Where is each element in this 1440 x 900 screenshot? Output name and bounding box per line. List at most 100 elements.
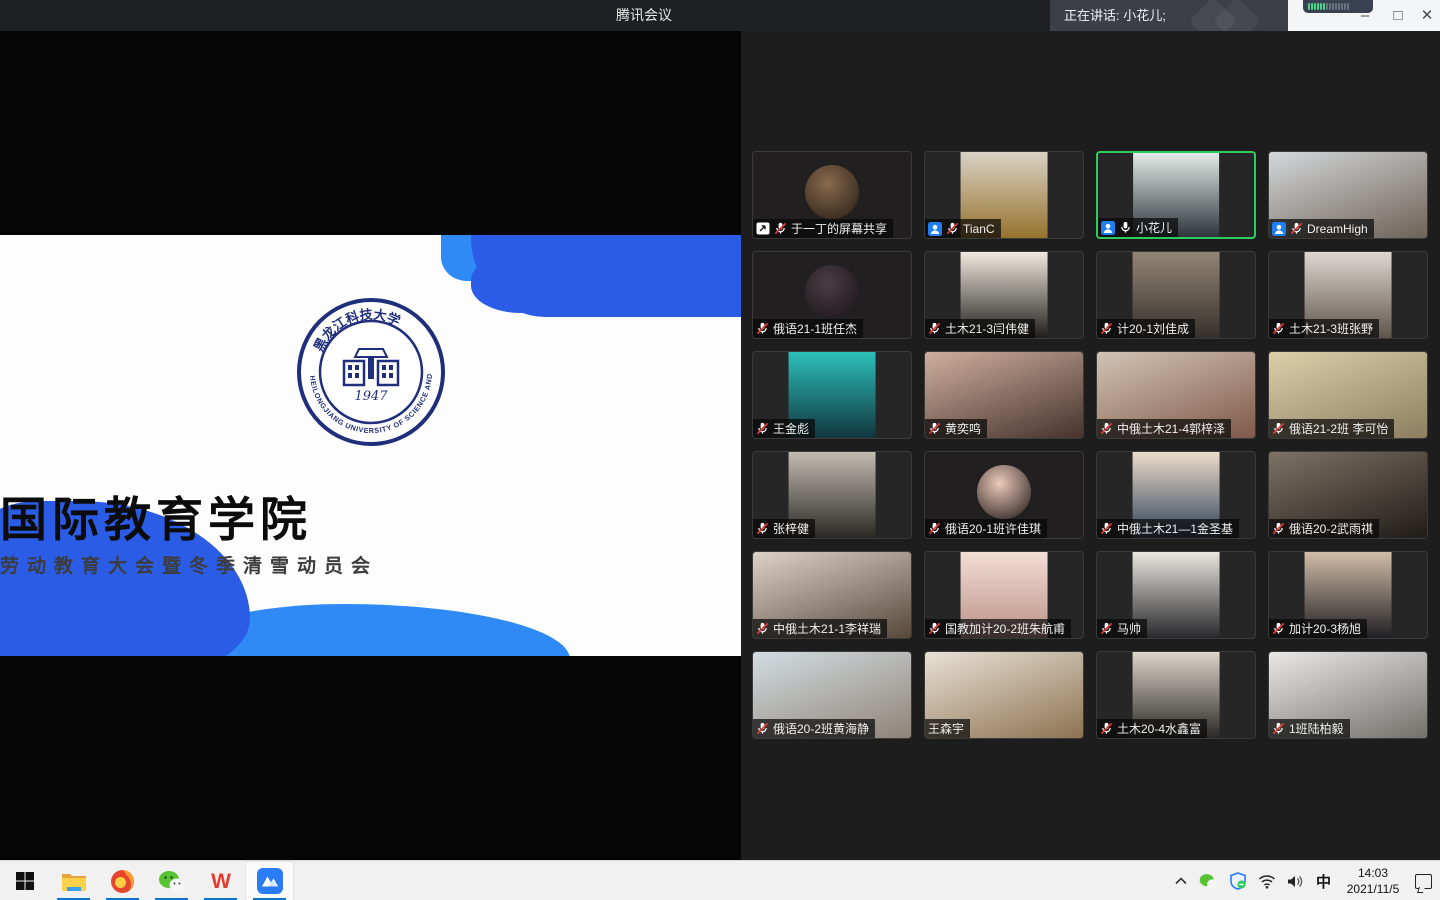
participant-label: TianC xyxy=(925,219,1001,238)
participant-label: 俄语20-2武雨祺 xyxy=(1269,519,1379,538)
participant-name: 国教加计20-2班朱航甫 xyxy=(945,620,1065,637)
participant-label: 加计20-3杨旭 xyxy=(1269,619,1367,638)
participant-tile[interactable]: 计20-1刘佳成 xyxy=(1096,251,1256,339)
mic-muted-icon xyxy=(1272,322,1285,335)
mic-muted-icon xyxy=(756,522,769,535)
participant-tile[interactable]: 俄语20-2班黄海静 xyxy=(752,651,912,739)
speaking-indicator-text: 正在讲话: 小花儿; xyxy=(1064,8,1166,23)
mic-muted-icon xyxy=(928,522,941,535)
participant-name: 于一丁的屏幕共享 xyxy=(791,220,887,237)
participant-name: 俄语20-1班许佳琪 xyxy=(945,520,1041,537)
participant-label: DreamHigh xyxy=(1269,219,1374,238)
participant-name: 俄语21-2班 李可怡 xyxy=(1289,420,1388,437)
participant-tile[interactable]: 于一丁的屏幕共享 xyxy=(752,151,912,239)
participant-tile[interactable]: 俄语21-2班 李可怡 xyxy=(1268,351,1428,439)
mic-muted-icon xyxy=(1272,422,1285,435)
mic-muted-icon xyxy=(1100,722,1113,735)
file-explorer-icon xyxy=(61,870,87,892)
mic-muted-icon xyxy=(946,222,959,235)
participant-name: 加计20-3杨旭 xyxy=(1289,620,1361,637)
participant-name: 中俄土木21-4郭梓泽 xyxy=(1117,420,1225,437)
taskbar-wechat[interactable] xyxy=(147,861,196,900)
participant-name: 俄语20-2武雨祺 xyxy=(1289,520,1373,537)
taskbar-file-explorer[interactable] xyxy=(49,861,98,900)
participant-label: 马帅 xyxy=(1097,619,1147,638)
taskbar-firefox[interactable] xyxy=(98,861,147,900)
minimize-button[interactable]: – xyxy=(1348,0,1382,31)
participant-tile[interactable]: 俄语20-1班许佳琪 xyxy=(924,451,1084,539)
participant-tile[interactable]: 俄语20-2武雨祺 xyxy=(1268,451,1428,539)
start-button[interactable] xyxy=(0,861,49,900)
person-badge-icon xyxy=(1101,221,1115,235)
presentation-slide: 黑龙江科技大学 HEILONGJIANG UNIVERSITY OF SCIEN… xyxy=(0,235,741,656)
tray-wechat-icon[interactable] xyxy=(1199,873,1218,890)
participant-label: 国教加计20-2班朱航甫 xyxy=(925,619,1071,638)
action-center-icon[interactable] xyxy=(1415,874,1432,889)
participant-name: 中俄土木21—1金圣基 xyxy=(1117,520,1233,537)
participant-grid: 于一丁的屏幕共享 TianC 小花儿 xyxy=(752,151,1428,739)
participant-name: TianC xyxy=(963,222,995,236)
participant-tile[interactable]: 1班陆柏毅 xyxy=(1268,651,1428,739)
participant-avatar xyxy=(805,165,859,219)
tray-expand-chevron-icon[interactable] xyxy=(1174,876,1188,886)
university-seal-logo: 黑龙江科技大学 HEILONGJIANG UNIVERSITY OF SCIEN… xyxy=(296,297,446,447)
svg-text:1947: 1947 xyxy=(354,389,388,404)
participant-tile[interactable]: 土木20-4水鑫富 xyxy=(1096,651,1256,739)
participant-tile[interactable]: 加计20-3杨旭 xyxy=(1268,551,1428,639)
tencent-meeting-icon xyxy=(256,867,284,895)
participant-tile[interactable]: 土木21-3闫伟健 xyxy=(924,251,1084,339)
mic-muted-icon xyxy=(928,422,941,435)
mic-muted-icon xyxy=(928,322,941,335)
participant-label: 俄语20-2班黄海静 xyxy=(753,719,875,738)
participant-label: 土木21-3班张野 xyxy=(1269,319,1379,338)
participant-tile[interactable]: DreamHigh xyxy=(1268,151,1428,239)
participant-name: 王森宇 xyxy=(928,720,964,737)
mic-muted-icon xyxy=(756,622,769,635)
participant-tile[interactable]: 中俄土木21-1李祥瑞 xyxy=(752,551,912,639)
mic-muted-icon xyxy=(1100,522,1113,535)
firefox-icon xyxy=(110,869,135,894)
tray-speaker-icon[interactable] xyxy=(1287,874,1305,889)
participant-tile[interactable]: 张梓健 xyxy=(752,451,912,539)
participant-name: 中俄土木21-1李祥瑞 xyxy=(773,620,881,637)
participant-tile[interactable]: 马帅 xyxy=(1096,551,1256,639)
mic-muted-icon xyxy=(1272,722,1285,735)
close-button[interactable]: ✕ xyxy=(1414,0,1440,31)
participant-tile[interactable]: 土木21-3班张野 xyxy=(1268,251,1428,339)
participant-label: 王森宇 xyxy=(925,719,970,738)
participant-tile[interactable]: 王金彪 xyxy=(752,351,912,439)
participant-label: 于一丁的屏幕共享 xyxy=(753,219,893,238)
participant-label: 黄奕鸣 xyxy=(925,419,987,438)
window-titlebar: 腾讯会议 正在讲话: 小花儿; – □ ✕ xyxy=(0,0,1440,31)
tray-security-shield-icon[interactable] xyxy=(1229,872,1247,890)
ime-language-indicator[interactable]: 中 xyxy=(1316,871,1331,892)
participant-name: 1班陆柏毅 xyxy=(1289,720,1344,737)
tray-wifi-icon[interactable] xyxy=(1258,874,1276,889)
taskbar-tencent-meeting[interactable] xyxy=(245,861,294,900)
participant-name: 马帅 xyxy=(1117,620,1141,637)
mic-muted-icon xyxy=(756,322,769,335)
participant-tile[interactable]: 王森宇 xyxy=(924,651,1084,739)
participant-tile[interactable]: 黄奕鸣 xyxy=(924,351,1084,439)
tray-time: 14:03 xyxy=(1342,865,1404,881)
participant-tile[interactable]: TianC xyxy=(924,151,1084,239)
participant-tile[interactable]: 国教加计20-2班朱航甫 xyxy=(924,551,1084,639)
person-badge-icon xyxy=(928,222,942,236)
participant-tile[interactable]: 中俄土木21—1金圣基 xyxy=(1096,451,1256,539)
participant-tile[interactable]: 小花儿 xyxy=(1096,151,1256,239)
taskbar-wps-office[interactable]: W xyxy=(196,861,245,900)
participant-label: 小花儿 xyxy=(1098,218,1178,237)
participant-label: 俄语20-1班许佳琪 xyxy=(925,519,1047,538)
participant-label: 中俄土木21—1金圣基 xyxy=(1097,519,1239,538)
participant-avatar xyxy=(805,265,859,319)
slide-subtitle: 劳动教育大会暨冬季清雪动员会 xyxy=(0,551,741,578)
tray-clock[interactable]: 14:03 2021/11/5 xyxy=(1342,865,1404,897)
participant-name: 土木20-4水鑫富 xyxy=(1117,720,1201,737)
participant-tile[interactable]: 中俄土木21-4郭梓泽 xyxy=(1096,351,1256,439)
participant-tile[interactable]: 俄语21-1班任杰 xyxy=(752,251,912,339)
mic-muted-icon xyxy=(1272,622,1285,635)
speaking-indicator: 正在讲话: 小花儿; xyxy=(1050,0,1288,31)
wps-office-icon: W xyxy=(208,869,234,893)
maximize-button[interactable]: □ xyxy=(1381,0,1415,31)
screen-share-icon xyxy=(756,222,770,235)
